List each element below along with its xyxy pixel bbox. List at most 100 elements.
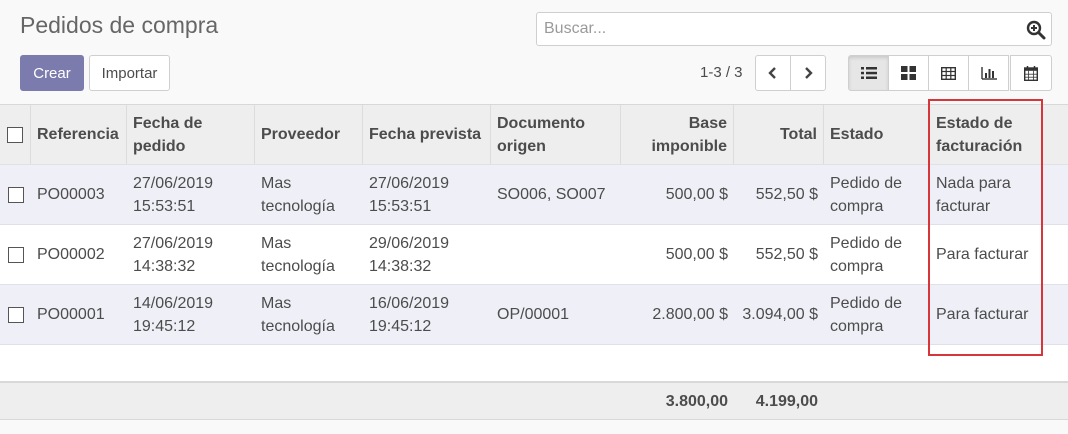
cell-line: Para facturar: [936, 246, 1029, 263]
column-header-label-line: pedido: [133, 137, 186, 155]
cell-estado-facturacion: Para facturar: [930, 285, 1040, 344]
cell-line: compra: [830, 257, 884, 275]
cell-total: 552,50 $: [755, 186, 818, 203]
cell-line: Mas: [261, 234, 292, 252]
select-all-checkbox[interactable]: [7, 126, 23, 143]
cell-line: 29/06/2019: [369, 234, 450, 252]
total-base-imponible: 3.800,00: [665, 392, 728, 410]
list-view-button[interactable]: [848, 55, 889, 91]
graph-view-button[interactable]: [968, 55, 1009, 91]
chevron-right-icon: [805, 67, 813, 79]
cell-line: tecnología: [261, 257, 335, 275]
graph-icon: [980, 66, 997, 80]
row-select: [0, 285, 31, 344]
total-total: 4.199,00: [755, 392, 818, 410]
cell-line: facturar: [936, 197, 991, 215]
column-header-label-line: Documento: [497, 114, 585, 132]
column-header-label-line: imponible: [651, 137, 727, 155]
cell-line: 27/06/2019: [369, 174, 450, 192]
row-checkbox[interactable]: [7, 306, 24, 323]
column-header-label-line: facturación: [936, 137, 1023, 155]
column-header-label: Referencia: [37, 126, 119, 143]
cell-fecha-pedido: 27/06/2019 14:38:32: [127, 225, 255, 284]
table-empty-area: [0, 345, 1068, 381]
cell-line: 15:53:51: [133, 197, 196, 215]
import-button[interactable]: Importar: [89, 55, 170, 91]
search-plus-icon[interactable]: [1026, 20, 1046, 40]
cell-total: 3.094,00 $: [742, 306, 818, 323]
create-button[interactable]: Crear: [20, 55, 84, 91]
column-header-total[interactable]: Total: [734, 105, 824, 164]
search-box[interactable]: [536, 12, 1052, 46]
cell-estado-facturacion: Para facturar: [930, 225, 1040, 284]
column-header-label-line: Fecha de: [133, 114, 203, 132]
kanban-icon: [901, 66, 916, 80]
column-header-label: Proveedor: [261, 126, 341, 143]
kanban-view-button[interactable]: [888, 55, 929, 91]
column-header-base-imponible[interactable]: Base imponible: [621, 105, 734, 164]
column-header-fecha-pedido[interactable]: Fecha de pedido: [127, 105, 255, 164]
pager-value[interactable]: 1-3 / 3: [700, 64, 743, 81]
column-header-label-line: Base: [688, 114, 727, 132]
search-input[interactable]: [537, 13, 1017, 45]
column-header-estado-facturacion[interactable]: Estado de facturación: [930, 105, 1040, 164]
column-header-label-line: origen: [497, 137, 546, 155]
column-header-referencia[interactable]: Referencia: [31, 105, 127, 164]
pivot-view-button[interactable]: [928, 55, 969, 91]
cell-line: Mas: [261, 294, 292, 312]
page-title: Pedidos de compra: [20, 12, 219, 38]
column-header-label: Documento origen: [497, 112, 585, 158]
column-header-label: Total: [779, 126, 817, 143]
cell-documento-origen: SO006, SO007: [497, 186, 606, 203]
cell-documento-origen: OP/00001: [497, 306, 570, 323]
cell-line: 14:38:32: [133, 257, 196, 275]
cell-documento-origen: [491, 225, 621, 284]
cell-fecha-prevista: 27/06/2019 15:53:51: [363, 165, 491, 224]
row-checkbox[interactable]: [7, 246, 24, 263]
cell-line: 15:53:51: [369, 197, 432, 215]
column-header-estado[interactable]: Estado: [824, 105, 930, 164]
cell-fecha-pedido: 14/06/2019 19:45:12: [127, 285, 255, 344]
cell-estado-facturacion: Nada para facturar: [930, 165, 1040, 224]
cell-referencia: PO00002: [37, 246, 105, 263]
cell-line: 27/06/2019: [133, 234, 214, 252]
cell-fecha-pedido: 27/06/2019 15:53:51: [127, 165, 255, 224]
table-row[interactable]: PO00003 27/06/2019 15:53:51 Mas tecnología…: [0, 165, 1068, 225]
pager-next-button[interactable]: [790, 55, 826, 91]
cell-fecha-prevista: 29/06/2019 14:38:32: [363, 225, 491, 284]
cell-fecha-prevista: 16/06/2019 19:45:12: [363, 285, 491, 344]
cell-line: 19:45:12: [369, 317, 432, 335]
cell-line: Mas: [261, 174, 292, 192]
cell-line: 14/06/2019: [133, 294, 214, 312]
cell-line: Nada para: [936, 174, 1011, 192]
calendar-view-button[interactable]: [1010, 55, 1052, 91]
cell-proveedor: Mas tecnología: [255, 165, 363, 224]
cell-proveedor: Mas tecnología: [255, 225, 363, 284]
header-select-all: [0, 105, 31, 164]
cell-estado: Pedido de compra: [824, 225, 930, 284]
list-icon: [860, 67, 877, 79]
cell-line: compra: [830, 317, 884, 335]
column-header-documento-origen[interactable]: Documento origen: [491, 105, 621, 164]
column-header-proveedor[interactable]: Proveedor: [255, 105, 363, 164]
cell-referencia: PO00001: [37, 306, 105, 323]
row-checkbox[interactable]: [7, 186, 24, 203]
cell-line: compra: [830, 197, 884, 215]
cell-proveedor: Mas tecnología: [255, 285, 363, 344]
cell-line: tecnología: [261, 317, 335, 335]
cell-referencia: PO00003: [37, 186, 105, 203]
cell-line: Pedido de: [830, 294, 903, 312]
column-header-label: Base imponible: [651, 112, 727, 158]
cell-line: 14:38:32: [369, 257, 432, 275]
cell-line: 19:45:12: [133, 317, 196, 335]
table-row[interactable]: PO00002 27/06/2019 14:38:32 Mas tecnología…: [0, 225, 1068, 285]
table-header: Referencia Fecha de pedido Proveedor Fech…: [0, 104, 1068, 165]
column-header-label: Fecha prevista: [369, 126, 482, 143]
pager-previous-button[interactable]: [755, 55, 791, 91]
column-header-label-line: Estado de: [936, 114, 1013, 132]
cell-line: tecnología: [261, 197, 335, 215]
table-row[interactable]: PO00001 14/06/2019 19:45:12 Mas tecnología…: [0, 285, 1068, 345]
cell-line: Pedido de: [830, 234, 903, 252]
column-header-fecha-prevista[interactable]: Fecha prevista: [363, 105, 491, 164]
cell-base-imponible: 2.800,00 $: [652, 306, 728, 323]
